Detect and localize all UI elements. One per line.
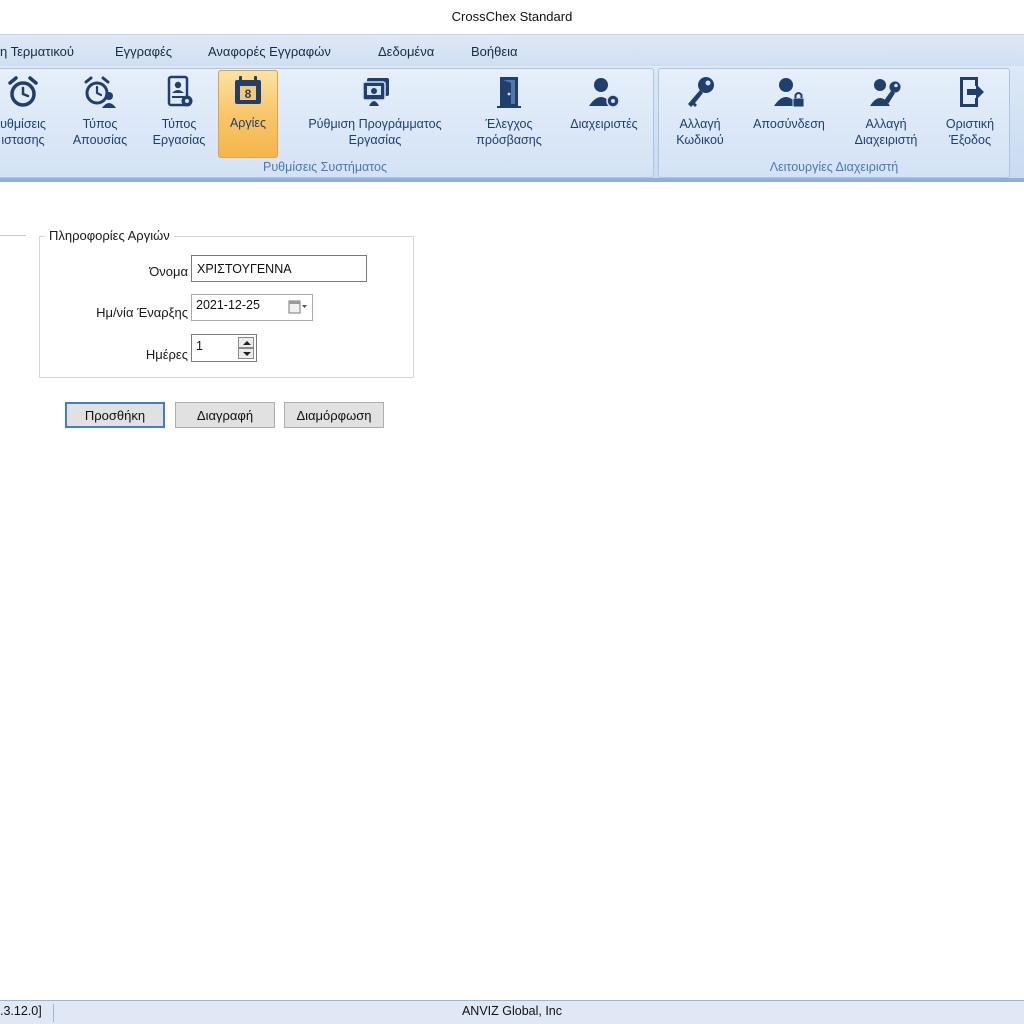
user-key-icon	[870, 79, 902, 106]
days-value: 1	[196, 339, 203, 353]
ribbon-button-exit[interactable]: Οριστική Έξοδος	[934, 72, 1006, 156]
key-icon	[688, 77, 714, 107]
menu-record-reports[interactable]: Αναφορές Εγγραφών	[208, 35, 331, 67]
work-type-icon	[167, 75, 193, 107]
ribbon-button-label: Διαχειριστές	[570, 117, 638, 131]
start-date-value: 2021-12-25	[196, 298, 260, 312]
stepper-up-button[interactable]	[238, 337, 254, 348]
configure-button[interactable]: Διαμόρφωση	[284, 402, 384, 428]
menu-help[interactable]: Βοήθεια	[471, 35, 518, 67]
ribbon-button-work-type[interactable]: Τύπος Εργασίας	[144, 72, 214, 156]
days-label: Ημέρες	[145, 347, 188, 362]
menu-bar: η Τερματικού Εγγραφές Αναφορές Εγγραφών …	[0, 34, 1024, 66]
ribbon-group-label: Λειτουργίες Διαχειριστή	[769, 160, 899, 174]
ribbon-button-access-control[interactable]: Έλεγχος πρόσβασης	[470, 72, 548, 156]
status-bar: .3.12.0] ANVIZ Global, Inc	[0, 1000, 1024, 1024]
left-panel-border	[0, 235, 26, 236]
ribbon-button-schedule[interactable]: Ρύθμιση Προγράμματος Εργασίας	[290, 72, 460, 156]
ribbon-button-label: Τύπος Απουσίας	[72, 117, 128, 147]
ribbon-button-change-administrator[interactable]: Αλλαγή Διαχειριστή	[846, 72, 926, 156]
ribbon-button-label: Αλλαγή Κωδικού	[676, 117, 724, 147]
schedule-icon	[362, 78, 389, 106]
ribbon-button-label: Ρύθμιση Προγράμματος Εργασίας	[308, 117, 442, 147]
arrow-up-icon	[243, 341, 251, 345]
alarm-clock-icon	[8, 76, 38, 107]
ribbon-button-change-password[interactable]: Αλλαγή Κωδικού	[664, 72, 736, 156]
ribbon-button-holidays[interactable]: 8 Αργίες	[218, 70, 278, 158]
menu-data[interactable]: Δεδομένα	[378, 35, 434, 67]
admin-gear-icon	[589, 78, 620, 108]
ribbon-button-absence-type[interactable]: Τύπος Απουσίας	[66, 72, 134, 156]
ribbon-button-administrators[interactable]: Διαχειριστές	[560, 72, 648, 156]
stepper-arrows	[238, 337, 254, 359]
ribbon-button-label: Έλεγχος πρόσβασης	[476, 117, 542, 147]
calendar-icon: 8	[235, 76, 261, 104]
ribbon-button-label: Οριστική Έξοδος	[945, 117, 995, 147]
ribbon-button-label: Αλλαγή Διαχειριστή	[854, 117, 918, 147]
menu-records[interactable]: Εγγραφές	[115, 35, 172, 67]
name-label: Όνομα	[149, 264, 188, 279]
window-title: CrossChex Standard	[0, 0, 1024, 34]
start-date-picker[interactable]: 2021-12-25	[191, 294, 313, 321]
ribbon-group-label: Ρυθμίσεις Συστήματος	[263, 160, 387, 174]
app-window: CrossChex Standard η Τερματικού Εγγραφές…	[0, 0, 1024, 1024]
calendar-dropdown-icon[interactable]	[288, 299, 308, 315]
start-date-label: Ημ/νία Έναρξης	[96, 305, 188, 320]
arrow-down-icon	[243, 352, 251, 356]
stepper-down-button[interactable]	[238, 348, 254, 359]
menu-terminal[interactable]: η Τερματικού	[0, 35, 74, 67]
ribbon-button-label: Αργίες	[229, 116, 267, 130]
exit-icon	[960, 77, 984, 107]
delete-button[interactable]: Διαγραφή	[175, 402, 275, 428]
days-stepper[interactable]: 1	[191, 334, 257, 362]
ribbon-button-logout[interactable]: Αποσύνδεση	[744, 72, 834, 156]
ribbon: Ρυθμίσεις Συστήματος υθμίσεις ιστασης Τύ…	[0, 66, 1024, 182]
ribbon-button-label: Τύπος Εργασίας	[152, 117, 206, 147]
add-button[interactable]: Προσθήκη	[65, 402, 165, 428]
ribbon-button-label: Αποσύνδεση	[753, 117, 825, 131]
door-icon	[497, 77, 521, 108]
ribbon-button-attendance-settings[interactable]: υθμίσεις ιστασης	[0, 72, 58, 156]
absence-clock-icon	[84, 76, 116, 108]
holiday-info-legend: Πληροφορίες Αργιών	[45, 228, 174, 243]
holiday-name-input[interactable]	[191, 255, 367, 282]
ribbon-button-label: υθμίσεις ιστασης	[0, 117, 46, 147]
company-label: ANVIZ Global, Inc	[461, 1004, 563, 1018]
svg-text:8: 8	[245, 87, 252, 101]
user-lock-icon	[774, 78, 805, 108]
